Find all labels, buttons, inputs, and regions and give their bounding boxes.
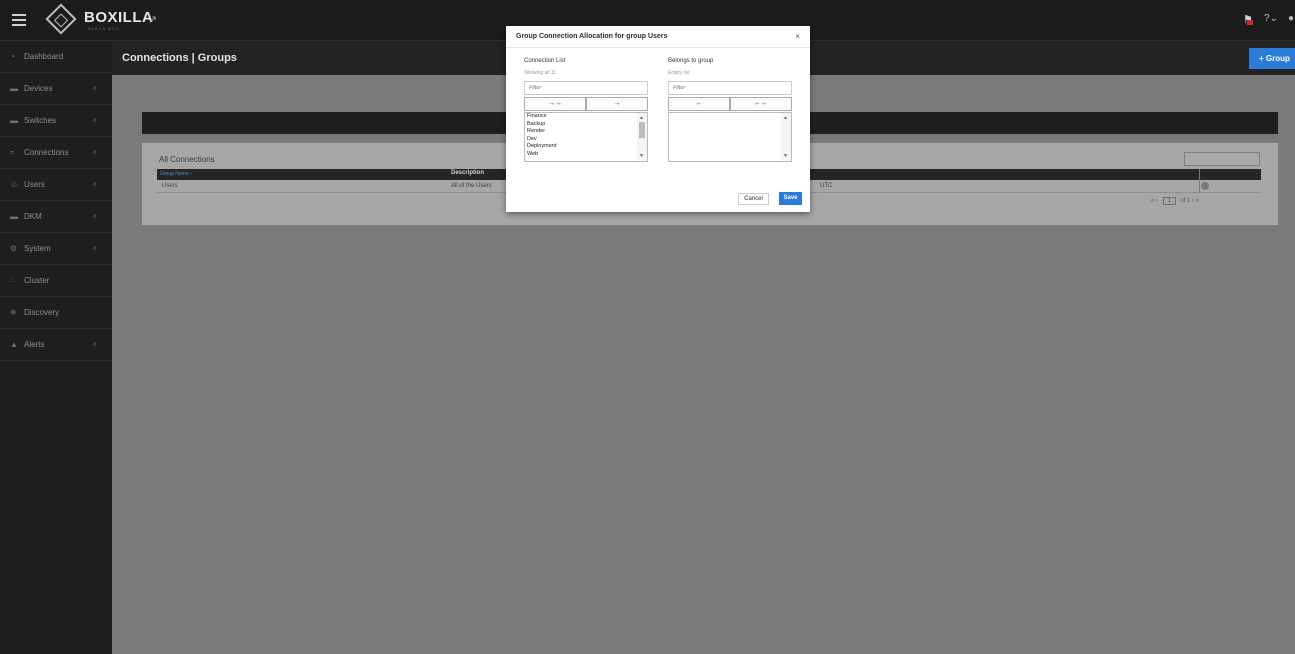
save-button[interactable]: Save	[779, 192, 802, 205]
column-divider	[1199, 169, 1200, 193]
row-timezone: UTC	[820, 183, 833, 189]
sidebar-item-devices[interactable]: ▬ Devices ∧	[0, 73, 112, 105]
connection-listbox[interactable]: Finance Backup Render Dev Deployment Web…	[524, 112, 648, 162]
group-allocation-modal: Group Connection Allocation for group Us…	[506, 26, 810, 212]
notification-badge	[1247, 20, 1253, 25]
sidebar-item-label: Devices	[24, 84, 53, 93]
sidebar-item-label: Connections	[24, 148, 69, 157]
move-all-left-button[interactable]: ←←	[730, 97, 792, 111]
alert-icon: ▲	[10, 340, 18, 349]
page-title: Connections | Groups	[122, 52, 237, 64]
column-header-description[interactable]: Description	[451, 170, 484, 176]
add-group-button[interactable]: + Group	[1249, 48, 1295, 69]
sidebar-item-users[interactable]: ☺ Users ∧	[0, 169, 112, 201]
move-left-button[interactable]: ←	[668, 97, 730, 111]
close-icon[interactable]: ×	[795, 32, 800, 41]
dkm-icon: ▬	[10, 212, 18, 221]
chevron-up-icon: ∧	[92, 85, 98, 92]
scrollbar[interactable]: ▲ ▼	[637, 113, 647, 161]
gear-icon: ⚙	[10, 244, 18, 253]
row-action-icon[interactable]	[1201, 182, 1209, 190]
pager-total: of 1	[1180, 198, 1191, 204]
move-buttons: →→ →	[524, 97, 648, 111]
scroll-down-icon[interactable]: ▼	[639, 153, 644, 159]
chevron-down-icon: ⌄	[1269, 13, 1278, 24]
chevron-up-icon: ∧	[92, 245, 98, 252]
pager-next-button[interactable]: ›	[1192, 198, 1194, 204]
group-listbox[interactable]: ▲ ▼	[668, 112, 792, 162]
sidebar: ◔ Dashboard ▬ Devices ∧ ▬ Switches ∧ ≈ Connect…	[0, 41, 112, 654]
scroll-up-icon[interactable]: ▲	[783, 115, 788, 121]
sidebar-item-label: Dashboard	[24, 52, 64, 61]
sidebar-item-dkm[interactable]: ▬ DKM ∧	[0, 201, 112, 233]
sidebar-item-system[interactable]: ⚙ System ∧	[0, 233, 112, 265]
list-item[interactable]: Deployment	[525, 143, 647, 151]
devices-icon: ▬	[10, 84, 18, 93]
menu-icon[interactable]	[12, 14, 26, 26]
help-menu[interactable]: ?⌄	[1264, 13, 1278, 24]
logo-icon	[45, 3, 77, 35]
pager-first-button[interactable]: «	[1151, 198, 1154, 204]
connection-filter-input[interactable]	[524, 81, 648, 95]
sidebar-item-discovery[interactable]: ✵ Discovery	[0, 297, 112, 329]
chevron-up-icon: ∧	[92, 213, 98, 220]
switches-icon: ▬	[10, 116, 18, 125]
sidebar-item-label: Discovery	[24, 308, 60, 317]
chevron-up-icon: ∧	[92, 341, 98, 348]
chevron-up-icon: ∧	[92, 149, 98, 156]
app-logo: BOXILLA	[84, 9, 154, 26]
modal-title: Group Connection Allocation for group Us…	[516, 33, 668, 40]
scrollbar[interactable]: ▲ ▼	[781, 113, 791, 161]
panel-title: All Connections	[159, 155, 215, 164]
sidebar-item-cluster[interactable]: ∴ Cluster	[0, 265, 112, 297]
users-icon: ☺	[10, 180, 19, 189]
row-description: All of the Users	[451, 183, 492, 189]
column-header-group-name[interactable]: Group Name ↑	[160, 171, 193, 177]
dashboard-icon: ◔	[10, 52, 15, 61]
sidebar-item-label: Alerts	[24, 340, 45, 349]
list-item[interactable]: Render	[525, 128, 647, 136]
list-item[interactable]: Finance	[525, 113, 647, 121]
sidebar-item-label: Switches	[24, 116, 57, 125]
list-item[interactable]: Dev	[525, 136, 647, 144]
sidebar-item-label: System	[24, 244, 51, 253]
belongs-to-group-status: Empty list	[668, 70, 690, 76]
sidebar-item-alerts[interactable]: ▲ Alerts ∧	[0, 329, 112, 361]
pagination: « ‹ 1 of 1 › »	[1151, 197, 1199, 205]
sidebar-item-connections[interactable]: ≈ Connections ∧	[0, 137, 112, 169]
scroll-thumb[interactable]	[639, 122, 645, 138]
group-filter-input[interactable]	[668, 81, 792, 95]
move-all-right-button[interactable]: →→	[524, 97, 586, 111]
row-group-name: Users	[162, 183, 178, 189]
pager-last-button[interactable]: »	[1196, 198, 1199, 204]
move-right-button[interactable]: →	[586, 97, 648, 111]
cancel-button[interactable]: Cancel	[738, 193, 769, 205]
sidebar-item-dashboard[interactable]: ◔ Dashboard	[0, 41, 112, 73]
scroll-up-icon[interactable]: ▲	[639, 115, 644, 121]
sidebar-item-label: Cluster	[24, 276, 50, 285]
modal-divider	[506, 47, 810, 48]
notification-icon[interactable]: ⚑	[1243, 13, 1253, 26]
remove-buttons: ← ←←	[668, 97, 792, 111]
connection-list-label: Connection List	[524, 58, 566, 64]
user-icon[interactable]: ●	[1288, 13, 1294, 24]
table-search-input[interactable]	[1184, 152, 1260, 166]
sidebar-item-switches[interactable]: ▬ Switches ∧	[0, 105, 112, 137]
list-item[interactable]: Web	[525, 151, 647, 159]
scroll-down-icon[interactable]: ▼	[783, 153, 788, 159]
cluster-icon: ∴	[10, 276, 16, 285]
connection-list-count: Showing all 11	[524, 70, 557, 76]
list-item[interactable]: Backup	[525, 121, 647, 129]
chevron-up-icon: ∧	[92, 181, 98, 188]
pager-prev-button[interactable]: ‹	[1156, 198, 1158, 204]
external-link-icon[interactable]: ↗	[148, 13, 157, 26]
belongs-to-group-label: Belongs to group	[668, 58, 714, 64]
pager-page-input[interactable]: 1	[1162, 197, 1176, 205]
app-logo-subtitle: BLACK BOX	[88, 26, 120, 31]
chevron-up-icon: ∧	[92, 117, 98, 124]
sidebar-item-label: Users	[24, 180, 45, 189]
discovery-icon: ✵	[10, 308, 17, 317]
sidebar-item-label: DKM	[24, 212, 42, 221]
connections-icon: ≈	[10, 148, 15, 157]
